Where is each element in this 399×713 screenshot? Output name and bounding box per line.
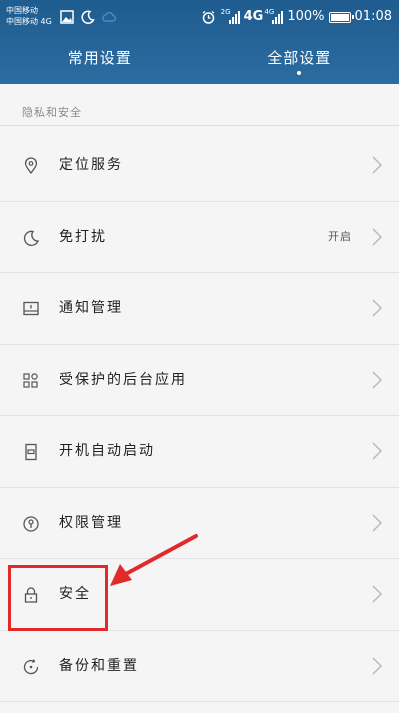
section-header: 隐私和安全	[0, 96, 399, 126]
list-item-label: 受保护的后台应用	[59, 371, 187, 388]
list-item-label: 通知管理	[59, 300, 123, 316]
protected-apps-icon	[21, 371, 41, 391]
carrier-1: 中国移动	[6, 6, 38, 15]
carrier-1-name: 中国移动	[6, 6, 38, 15]
chevron-right-icon	[372, 227, 383, 246]
list-item-label: 免打扰	[59, 228, 107, 245]
tab-common-settings[interactable]: 常用设置	[0, 34, 200, 84]
carrier-2-network: 4G	[40, 17, 52, 26]
cloud-icon	[101, 9, 117, 25]
notification-icon	[21, 299, 41, 319]
chevron-right-icon	[372, 299, 383, 317]
list-item-label: 备份和重置	[59, 657, 139, 674]
list-item-label: 开机自动启动	[59, 443, 155, 459]
settings-screen: 中国移动 中国移动 4G 2G 4G 4G 100% 01:08 常用设置 全部…	[0, 0, 399, 713]
startup-icon	[21, 442, 41, 462]
list-item-do-not-disturb[interactable]: 免打扰 开启	[0, 202, 399, 273]
list-item-notifications[interactable]: 通知管理	[0, 273, 399, 345]
list-item-backup-reset[interactable]: 备份和重置	[0, 631, 399, 702]
moon-icon	[21, 228, 41, 248]
list-item-label: 安全	[59, 586, 91, 602]
location-icon	[21, 156, 41, 176]
list-item-label: 权限管理	[59, 514, 123, 531]
permission-icon	[21, 514, 41, 534]
clock: 01:08	[354, 9, 392, 24]
list-item-permissions[interactable]: 权限管理	[0, 488, 399, 559]
status-right: 2G 4G 4G 100% 01:08	[201, 6, 392, 28]
signal-icon: 2G	[221, 8, 240, 27]
moon-icon	[80, 9, 96, 25]
list-item-security[interactable]: 安全	[0, 559, 399, 631]
active-tab-indicator	[297, 71, 302, 75]
chevron-right-icon	[372, 513, 383, 532]
battery-level: 100%	[287, 9, 325, 24]
section-title: 隐私和安全	[22, 106, 82, 119]
chevron-right-icon	[372, 156, 383, 174]
chevron-right-icon	[372, 442, 383, 460]
carrier-2-name: 中国移动	[6, 17, 38, 26]
alarm-icon	[201, 9, 217, 25]
battery-icon	[328, 12, 354, 23]
list-item-protected-apps[interactable]: 受保护的后台应用	[0, 345, 399, 416]
status-notification-icons	[59, 9, 117, 25]
status-bar: 中国移动 中国移动 4G 2G 4G 4G 100% 01:08	[0, 0, 399, 34]
lock-icon	[21, 585, 41, 605]
tab-label: 全部设置	[267, 48, 332, 67]
chevron-right-icon	[372, 656, 383, 675]
chevron-right-icon	[372, 370, 383, 389]
carrier-2: 中国移动 4G	[6, 17, 52, 26]
tab-label: 常用设置	[67, 48, 132, 67]
top-bar: 中国移动 中国移动 4G 2G 4G 4G 100% 01:08 常用设置 全部…	[0, 0, 399, 84]
signal-icon-2: 4G	[264, 8, 284, 27]
settings-tabs: 常用设置 全部设置	[0, 34, 399, 84]
list-item-location[interactable]: 定位服务	[0, 130, 399, 202]
list-item-value: 开启	[328, 229, 352, 243]
network-type: 4G	[243, 9, 264, 24]
list-item-label: 定位服务	[59, 157, 123, 173]
settings-list: 定位服务 免打扰 开启 通知管理 受保护的后台应用 开机自动启动 权限管理 安全…	[0, 130, 399, 702]
list-item-auto-start[interactable]: 开机自动启动	[0, 416, 399, 488]
image-icon	[59, 9, 75, 25]
backup-icon	[21, 657, 41, 677]
tab-all-settings[interactable]: 全部设置	[200, 34, 399, 84]
chevron-right-icon	[372, 585, 383, 603]
